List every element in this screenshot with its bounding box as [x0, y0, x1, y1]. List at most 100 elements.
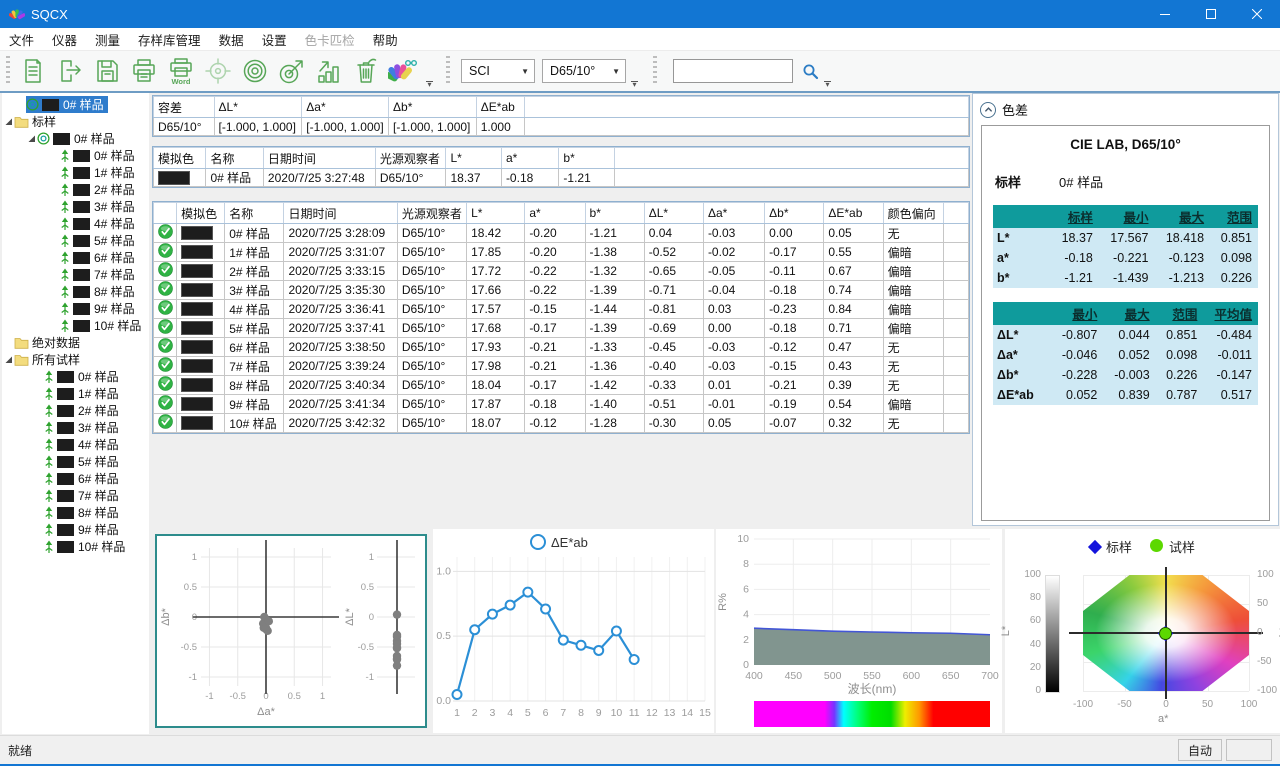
toolbar-overflow-button[interactable]: ▾	[820, 81, 835, 89]
menu-bar: 文件仪器测量存样库管理数据设置色卡匹检帮助	[0, 28, 1280, 51]
table-row[interactable]: 10# 样品2020/7/25 3:42:32D65/10°18.07-0.12…	[154, 414, 969, 433]
tree-expander-icon[interactable]	[3, 117, 14, 126]
auto-mode-button[interactable]: 自动	[1178, 739, 1222, 761]
search-icon[interactable]	[802, 63, 819, 80]
table-row[interactable]: 5# 样品2020/7/25 3:37:41D65/10°17.68-0.17-…	[154, 319, 969, 338]
tree-expander-icon[interactable]	[3, 355, 14, 364]
tree-item-standard-sample[interactable]: 8# 样品	[2, 283, 149, 300]
tree-item-all-sample[interactable]: 7# 样品	[2, 487, 149, 504]
stats-value: -0.807	[1051, 325, 1103, 345]
menu-item-file[interactable]: 文件	[0, 28, 43, 50]
cell: 无	[883, 414, 943, 433]
stats-value: -0.147	[1203, 365, 1258, 385]
search-input[interactable]	[673, 59, 793, 83]
measure-standard-button[interactable]	[236, 53, 273, 89]
cell: -0.33	[644, 376, 703, 395]
cell: 7# 样品	[225, 357, 284, 376]
minimize-button[interactable]	[1142, 0, 1188, 28]
tree-item-standard-sample[interactable]: 3# 样品	[2, 198, 149, 215]
standard-name: 0# 样品	[1059, 172, 1103, 191]
cell	[943, 300, 968, 319]
tree-item-all-sample[interactable]: 4# 样品	[2, 436, 149, 453]
tree-item-all-sample[interactable]: 6# 样品	[2, 470, 149, 487]
cell: -0.15	[525, 300, 585, 319]
color-cards-button[interactable]	[384, 53, 421, 89]
tree-folder-all[interactable]: 所有试样	[2, 351, 149, 368]
export-button[interactable]	[51, 53, 88, 89]
tree-item-standard-sample[interactable]: 7# 样品	[2, 266, 149, 283]
table-row[interactable]: 6# 样品2020/7/25 3:38:50D65/10°17.93-0.21-…	[154, 338, 969, 357]
table-row[interactable]: 3# 样品2020/7/25 3:35:30D65/10°17.66-0.22-…	[154, 281, 969, 300]
toolbar-grip[interactable]	[446, 56, 450, 86]
tree-item-standard-sample[interactable]: 4# 样品	[2, 215, 149, 232]
save-button[interactable]	[88, 53, 125, 89]
tree-item-standard-sample[interactable]: 10# 样品	[2, 317, 149, 334]
cell: 0.71	[824, 319, 883, 338]
print-word-button[interactable]: Word	[162, 53, 199, 89]
color-swatch	[73, 218, 90, 230]
tree-folder-absolute[interactable]: 绝对数据	[2, 334, 149, 351]
tree-item-all-sample[interactable]: 5# 样品	[2, 453, 149, 470]
table-row[interactable]: 2# 样品2020/7/25 3:33:15D65/10°17.72-0.22-…	[154, 262, 969, 281]
tree-item-label: 标样	[31, 113, 56, 130]
table-header-row: 容差ΔL*Δa*Δb*ΔE*ab	[154, 97, 969, 118]
stats-row: ΔL*-0.8070.0440.851-0.484	[993, 325, 1258, 345]
tree-item-standard-sample[interactable]: 9# 样品	[2, 300, 149, 317]
menu-item-settings[interactable]: 设置	[253, 28, 296, 50]
table-row[interactable]: 4# 样品2020/7/25 3:36:41D65/10°17.57-0.15-…	[154, 300, 969, 319]
menu-item-data[interactable]: 数据	[210, 28, 253, 50]
table-row[interactable]: 9# 样品2020/7/25 3:41:34D65/10°17.87-0.18-…	[154, 395, 969, 414]
tree-item-all-sample[interactable]: 2# 样品	[2, 402, 149, 419]
tree-item-all-sample[interactable]: 1# 样品	[2, 385, 149, 402]
toolbar-grip[interactable]	[6, 56, 10, 86]
tree-folder-standard[interactable]: 标样	[2, 113, 149, 130]
tree-item-current-standard[interactable]: 0# 样品	[2, 96, 149, 113]
menu-item-instrument[interactable]: 仪器	[43, 28, 86, 50]
menu-item-sample-library[interactable]: 存样库管理	[129, 28, 210, 50]
cell: 0.74	[824, 281, 883, 300]
chart-button[interactable]	[310, 53, 347, 89]
tree-item-standard-sample[interactable]: 6# 样品	[2, 249, 149, 266]
table-row[interactable]: 0# 样品2020/7/25 3:27:48D65/10°18.37-0.18-…	[154, 169, 969, 187]
table-row[interactable]: 0# 样品2020/7/25 3:28:09D65/10°18.42-0.20-…	[154, 224, 969, 243]
toolbar-overflow-button[interactable]: ▾	[422, 81, 437, 89]
menu-item-measure[interactable]: 测量	[86, 28, 129, 50]
tree-item-standard-sample[interactable]: 1# 样品	[2, 164, 149, 181]
mode-select[interactable]: SCI ▼	[461, 59, 535, 83]
table-row[interactable]: D65/10°[-1.000, 1.000][-1.000, 1.000][-1…	[154, 118, 969, 136]
cell: D65/10°	[397, 243, 466, 262]
stats-row: ΔE*ab0.0520.8390.7870.517	[993, 385, 1258, 405]
cell: 2020/7/25 3:40:34	[284, 376, 397, 395]
new-document-button[interactable]	[14, 53, 51, 89]
table-row[interactable]: 8# 样品2020/7/25 3:40:34D65/10°18.04-0.17-…	[154, 376, 969, 395]
svg-text:-0.5: -0.5	[358, 642, 374, 653]
stats-column-header: 最大	[1103, 302, 1155, 325]
delete-button[interactable]	[347, 53, 384, 89]
illuminant-select[interactable]: D65/10° ▼	[542, 59, 626, 83]
tree-expander-icon[interactable]	[26, 134, 37, 143]
toolbar-overflow-button[interactable]: ▾	[627, 81, 642, 89]
cell: -0.21	[525, 338, 585, 357]
table-row[interactable]: 1# 样品2020/7/25 3:31:07D65/10°17.85-0.20-…	[154, 243, 969, 262]
calibrate-target-button[interactable]	[199, 53, 236, 89]
cell: 0.67	[824, 262, 883, 281]
tree-item-standard-root[interactable]: 0# 样品	[2, 130, 149, 147]
print-button[interactable]	[125, 53, 162, 89]
menu-item-color-card-match[interactable]: 色卡匹检	[296, 28, 364, 50]
close-button[interactable]	[1234, 0, 1280, 28]
tree-item-all-sample[interactable]: 9# 样品	[2, 521, 149, 538]
collapse-panel-icon[interactable]	[980, 102, 996, 118]
measure-sample-button[interactable]	[273, 53, 310, 89]
table-row[interactable]: 7# 样品2020/7/25 3:39:24D65/10°17.98-0.21-…	[154, 357, 969, 376]
tree-item-all-sample[interactable]: 10# 样品	[2, 538, 149, 555]
tree-item-standard-sample[interactable]: 5# 样品	[2, 232, 149, 249]
tree-item-standard-sample[interactable]: 0# 样品	[2, 147, 149, 164]
tree-item-all-sample[interactable]: 8# 样品	[2, 504, 149, 521]
menu-item-help[interactable]: 帮助	[364, 28, 407, 50]
svg-text:12: 12	[646, 707, 658, 719]
tree-item-standard-sample[interactable]: 2# 样品	[2, 181, 149, 198]
toolbar-grip[interactable]	[653, 56, 657, 86]
maximize-button[interactable]	[1188, 0, 1234, 28]
tree-item-all-sample[interactable]: 0# 样品	[2, 368, 149, 385]
tree-item-all-sample[interactable]: 3# 样品	[2, 419, 149, 436]
